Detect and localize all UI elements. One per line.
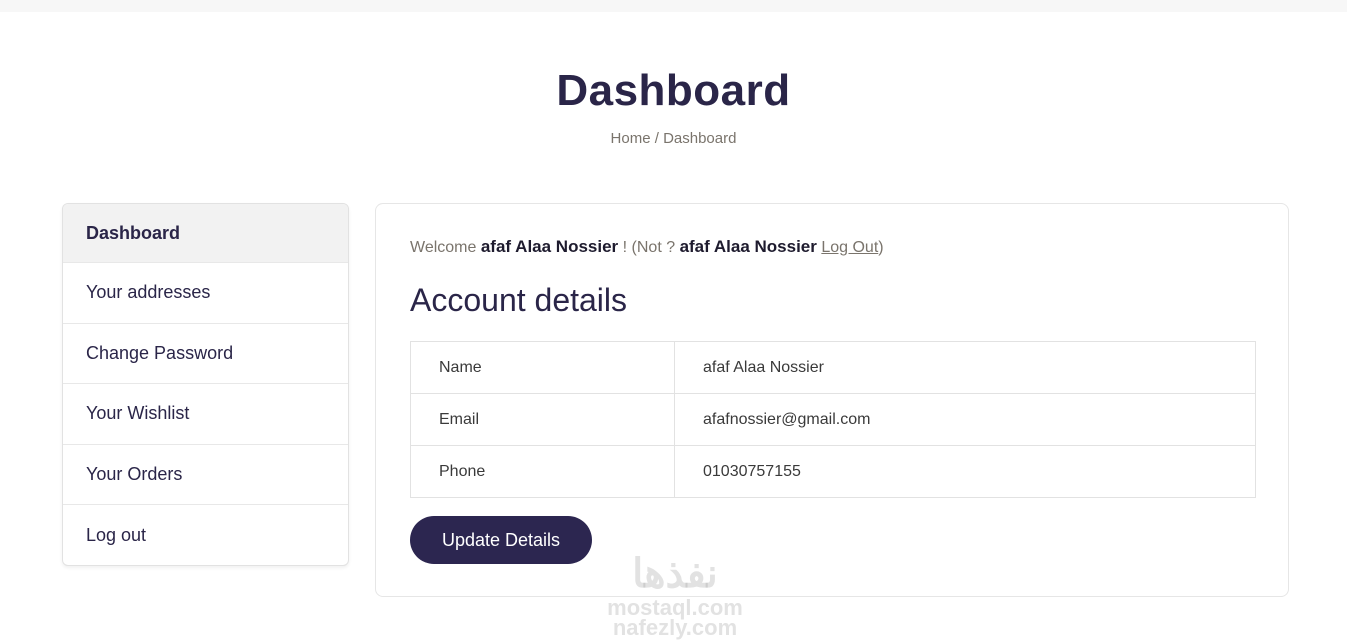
breadcrumb-separator: / [654,130,659,147]
sidebar-item-label: Your addresses [86,282,211,303]
watermark-line-2: nafezly.com [612,615,738,640]
update-details-button[interactable]: Update Details [410,516,592,564]
detail-key: Email [410,393,675,446]
detail-key: Phone [410,445,675,498]
sidebar-item-label: Dashboard [86,222,181,243]
detail-key: Name [410,341,675,394]
sidebar-item-log-out[interactable]: Log out [63,505,348,565]
table-row: Email afafnossier@gmail.com [410,393,1256,446]
top-bar [0,0,1347,12]
not-user-prefix: (Not ? [631,239,676,256]
sidebar-item-dashboard[interactable]: Dashboard [63,204,348,263]
account-panel: Welcome afaf Alaa Nossier ! (Not ? afaf … [375,203,1289,597]
breadcrumb: Home / Dashboard [0,130,1347,147]
detail-value: afafnossier@gmail.com [674,393,1256,446]
close-paren: ) [878,239,884,256]
page-title: Dashboard [556,66,791,115]
account-details-table: Name afaf Alaa Nossier Email afafnossier… [410,341,1256,498]
welcome-user-name: afaf Alaa Nossier [480,237,619,256]
logout-link[interactable]: Log Out [821,239,878,256]
account-details-heading: Account details [410,282,628,318]
breadcrumb-home-link[interactable]: Home [611,130,651,147]
table-row: Name afaf Alaa Nossier [410,341,1256,394]
sidebar-item-your-addresses[interactable]: Your addresses [63,263,348,324]
sidebar-item-label: Change Password [86,342,234,363]
not-user-name: afaf Alaa Nossier [679,237,817,256]
watermark-line-1: mostaql.com [607,595,743,620]
sidebar-item-label: Your Orders [86,463,183,484]
welcome-prefix: Welcome [410,239,477,256]
detail-value: afaf Alaa Nossier [674,341,1256,394]
welcome-message: Welcome afaf Alaa Nossier ! (Not ? afaf … [410,237,884,257]
sidebar-item-label: Log out [86,524,147,545]
table-row: Phone 01030757155 [410,445,1256,498]
account-sidebar: Dashboard Your addresses Change Password… [62,203,349,566]
detail-value: 01030757155 [674,445,1256,498]
sidebar-item-your-wishlist[interactable]: Your Wishlist [63,384,348,445]
breadcrumb-current: Dashboard [663,130,737,147]
sidebar-item-your-orders[interactable]: Your Orders [63,445,348,505]
sidebar-item-label: Your Wishlist [86,403,190,424]
sidebar-item-change-password[interactable]: Change Password [63,324,348,384]
welcome-exclaim: ! [622,239,628,256]
